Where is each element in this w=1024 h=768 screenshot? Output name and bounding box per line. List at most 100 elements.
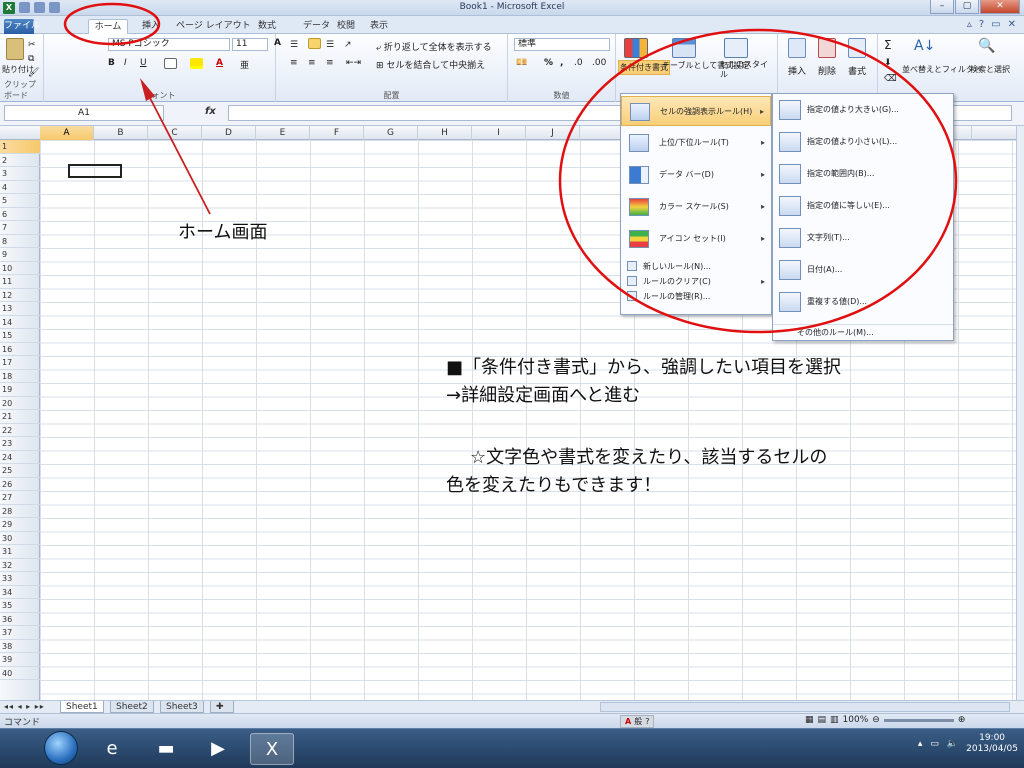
- row-header[interactable]: 8: [0, 235, 40, 248]
- bold-button[interactable]: B: [108, 58, 115, 68]
- row-header[interactable]: 38: [0, 640, 40, 653]
- row-header[interactable]: 27: [0, 491, 40, 505]
- row-header[interactable]: 33: [0, 572, 40, 586]
- phonetic-icon[interactable]: 亜: [240, 58, 249, 71]
- menu-color-scales[interactable]: カラー スケール(S) ▸: [621, 192, 771, 222]
- align-middle-icon[interactable]: [308, 38, 321, 49]
- row-header[interactable]: 36: [0, 613, 40, 626]
- font-color-icon[interactable]: A: [216, 58, 223, 68]
- conditional-formatting-icon[interactable]: [624, 38, 648, 58]
- paste-icon[interactable]: [6, 38, 24, 60]
- row-header[interactable]: 20: [0, 397, 40, 410]
- row-header[interactable]: 37: [0, 626, 40, 640]
- submenu-date-occurring[interactable]: 日付(A)...: [773, 254, 953, 286]
- close-button[interactable]: ✕: [980, 0, 1020, 14]
- zoom-out-icon[interactable]: ⊖: [872, 715, 880, 725]
- window-restore-icon[interactable]: ▭: [991, 19, 1000, 30]
- tab-home[interactable]: ホーム: [88, 19, 128, 34]
- submenu-between[interactable]: 指定の範囲内(B)...: [773, 158, 953, 190]
- ime-help-icon[interactable]: ?: [645, 717, 649, 726]
- tab-formulas[interactable]: 数式: [258, 19, 276, 34]
- border-icon[interactable]: [164, 58, 177, 69]
- column-header-h[interactable]: H: [418, 126, 472, 140]
- row-header[interactable]: 19: [0, 383, 40, 397]
- insert-function-icon[interactable]: fx: [205, 106, 216, 117]
- volume-icon[interactable]: 🔈: [947, 739, 958, 749]
- row-header[interactable]: 24: [0, 451, 40, 464]
- tab-page-layout[interactable]: ページ レイアウト: [176, 19, 251, 34]
- row-header[interactable]: 5: [0, 194, 40, 208]
- row-header[interactable]: 17: [0, 356, 40, 370]
- row-header[interactable]: 7: [0, 221, 40, 235]
- tab-view[interactable]: 表示: [370, 19, 388, 34]
- align-left-icon[interactable]: ≡: [290, 58, 298, 68]
- menu-clear-rules[interactable]: ルールのクリア(C) ▸: [621, 275, 771, 288]
- row-header[interactable]: 2: [0, 154, 40, 167]
- fill-icon[interactable]: ⬇: [884, 58, 892, 68]
- row-header[interactable]: 35: [0, 599, 40, 613]
- orientation-icon[interactable]: ↗: [344, 40, 352, 50]
- column-header-d[interactable]: D: [202, 126, 256, 140]
- tab-review[interactable]: 校閲: [337, 19, 355, 34]
- row-header[interactable]: 22: [0, 424, 40, 437]
- fill-color-icon[interactable]: [190, 58, 203, 69]
- row-header[interactable]: 30: [0, 532, 40, 545]
- format-painter-icon[interactable]: 🖌: [28, 68, 39, 78]
- row-header[interactable]: 3: [0, 167, 40, 181]
- sheet-tab-2[interactable]: Sheet2: [110, 701, 154, 713]
- column-header-f[interactable]: F: [310, 126, 364, 140]
- row-header[interactable]: 15: [0, 329, 40, 343]
- row-header[interactable]: 18: [0, 370, 40, 383]
- column-header-g[interactable]: G: [364, 126, 418, 140]
- page-layout-view-icon[interactable]: ▤: [818, 715, 827, 725]
- row-header[interactable]: 12: [0, 289, 40, 302]
- row-header[interactable]: 14: [0, 316, 40, 329]
- explorer-icon[interactable]: ▬: [144, 733, 188, 765]
- font-size-combo[interactable]: 11: [232, 38, 268, 51]
- delete-cells-icon[interactable]: [818, 38, 836, 58]
- cell-styles-icon[interactable]: [724, 38, 748, 58]
- submenu-more-rules[interactable]: その他のルール(M)...: [773, 324, 953, 340]
- increase-decimal-icon[interactable]: .0: [574, 58, 583, 68]
- align-top-icon[interactable]: ☰: [290, 40, 298, 50]
- insert-sheet-icon[interactable]: ✚: [210, 701, 234, 713]
- merge-center-button[interactable]: ⊞ セルを結合して中央揃え: [376, 58, 485, 71]
- clock[interactable]: 19:00 2013/04/05: [966, 733, 1018, 755]
- comma-icon[interactable]: ,: [560, 58, 563, 68]
- number-format-combo[interactable]: 標準: [514, 38, 610, 51]
- row-header[interactable]: 32: [0, 559, 40, 572]
- row-header[interactable]: 23: [0, 437, 40, 451]
- row-header[interactable]: 10: [0, 262, 40, 275]
- media-player-icon[interactable]: ▶: [196, 733, 240, 765]
- ie-icon[interactable]: e: [90, 733, 134, 765]
- tab-file[interactable]: ファイル: [4, 19, 40, 34]
- row-header[interactable]: 31: [0, 545, 40, 559]
- tray-arrow-icon[interactable]: ▴: [918, 739, 923, 749]
- ime-kanji-icon[interactable]: 般: [634, 716, 642, 727]
- insert-cells-button[interactable]: 挿入: [788, 64, 806, 77]
- row-header[interactable]: 6: [0, 208, 40, 221]
- clear-icon[interactable]: ⌫: [884, 74, 897, 84]
- submenu-greater-than[interactable]: 指定の値より大きい(G)...: [773, 94, 953, 126]
- row-header[interactable]: 1: [0, 140, 40, 154]
- find-select-button[interactable]: 検索と選択: [970, 64, 1010, 75]
- column-header-i[interactable]: I: [472, 126, 526, 140]
- sort-filter-icon[interactable]: A↓: [914, 38, 935, 54]
- minimize-button[interactable]: –: [930, 0, 954, 14]
- maximize-button[interactable]: ▢: [955, 0, 979, 14]
- row-header[interactable]: 13: [0, 302, 40, 316]
- underline-button[interactable]: U: [140, 58, 147, 68]
- zoom-slider[interactable]: [883, 718, 954, 722]
- zoom-level[interactable]: 100%: [843, 715, 869, 725]
- format-cells-button[interactable]: 書式: [848, 64, 866, 77]
- column-header-j[interactable]: J: [526, 126, 580, 140]
- menu-data-bars[interactable]: データ バー(D) ▸: [621, 160, 771, 190]
- row-header[interactable]: 34: [0, 586, 40, 599]
- submenu-less-than[interactable]: 指定の値より小さい(L)...: [773, 126, 953, 158]
- tab-data[interactable]: データ: [303, 19, 330, 34]
- insert-cells-icon[interactable]: [788, 38, 806, 58]
- submenu-text-contains[interactable]: 文字列(T)...: [773, 222, 953, 254]
- italic-button[interactable]: I: [124, 58, 127, 68]
- row-header[interactable]: 16: [0, 343, 40, 356]
- sheet-tab-1[interactable]: Sheet1: [60, 701, 104, 713]
